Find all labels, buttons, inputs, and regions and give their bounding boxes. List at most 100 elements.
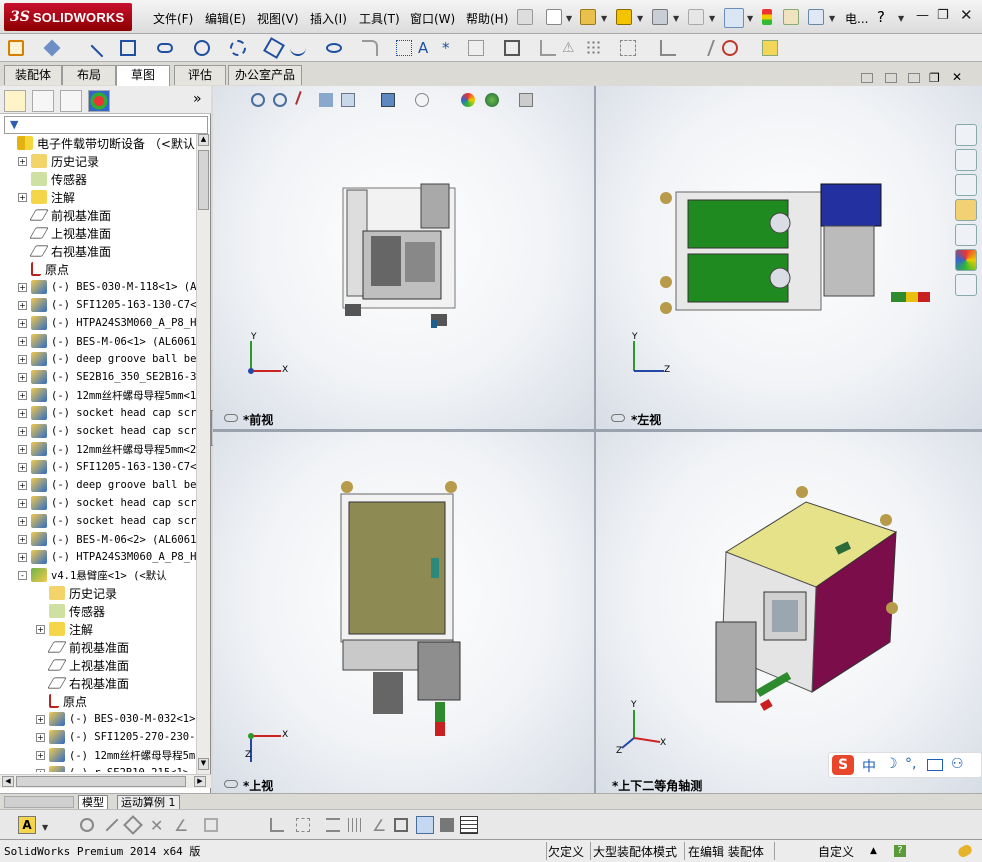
annotation-toolbar-icon[interactable]: A <box>18 816 36 834</box>
feature-tree-tab-icon[interactable] <box>4 90 26 112</box>
chevron-down-icon[interactable]: ▼ <box>673 14 679 23</box>
tree-item[interactable]: + (-) socket head cap screw <box>18 494 196 512</box>
solidworks-resources-icon[interactable] <box>955 124 977 146</box>
scroll-down-icon[interactable]: ▼ <box>198 758 209 770</box>
menu-window[interactable]: 窗口(W) <box>410 10 455 27</box>
tab-model[interactable]: 模型 <box>78 795 108 810</box>
move-entities-icon[interactable] <box>620 40 636 56</box>
select-arrow-icon[interactable] <box>724 8 744 28</box>
expand-icon[interactable]: + <box>18 516 27 526</box>
help-status-icon[interactable]: ? <box>894 845 906 857</box>
display-manager-tab-icon[interactable] <box>88 90 110 112</box>
tree-item[interactable]: + (-) deep groove ball bear <box>18 350 196 368</box>
expand-icon[interactable]: + <box>18 354 27 364</box>
tree-item[interactable]: 传感器 <box>18 170 87 188</box>
expand-icon[interactable]: + <box>36 768 45 772</box>
tree-item[interactable]: - v4.1悬臂座<1> (<默认 <box>18 566 167 584</box>
diamond-tool-icon[interactable] <box>123 815 143 835</box>
solidworks-logo[interactable]: 3S SOLIDWORKS <box>4 3 132 31</box>
scroll-left-icon[interactable]: ◀ <box>2 776 14 787</box>
tree-item[interactable]: + (-) r SE2B10 215<1> (A <box>36 764 196 772</box>
menu-edit[interactable]: 编辑(E) <box>205 10 246 27</box>
dashed-box-icon[interactable] <box>296 818 310 832</box>
circle-tool-icon[interactable] <box>80 818 94 832</box>
arc-icon[interactable] <box>230 40 246 56</box>
expand-icon[interactable]: + <box>18 444 27 454</box>
expand-panel-icon[interactable]: » <box>193 91 202 107</box>
offset-icon[interactable] <box>540 40 556 56</box>
file-properties-icon[interactable] <box>783 9 799 25</box>
scroll-right-icon[interactable]: ▶ <box>194 776 206 787</box>
tool-icon[interactable] <box>204 818 218 832</box>
point-icon[interactable]: * <box>442 40 458 56</box>
tab-nav-arrows[interactable] <box>4 796 74 808</box>
chevron-down-icon[interactable]: ▼ <box>637 14 643 23</box>
tree-item[interactable]: 右视基准面 <box>18 242 111 260</box>
menu-tools[interactable]: 工具(T) <box>359 10 400 27</box>
tree-vertical-scrollbar[interactable]: ▲ ▼ <box>196 134 210 774</box>
home-icon[interactable] <box>955 149 977 171</box>
chevron-down-icon[interactable]: ▼ <box>709 14 715 23</box>
traffic-light-icon[interactable] <box>762 9 772 25</box>
tree-item[interactable]: 原点 <box>36 692 87 710</box>
tree-item[interactable]: 原点 <box>18 260 69 278</box>
design-library-icon[interactable] <box>955 174 977 196</box>
spline-icon[interactable] <box>290 40 306 56</box>
text-sketch-icon[interactable]: A <box>418 40 434 56</box>
tree-item[interactable]: + 历史记录 <box>18 152 99 170</box>
configuration-manager-tab-icon[interactable] <box>60 90 82 112</box>
chevron-down-icon[interactable]: ▼ <box>601 14 607 23</box>
print-icon[interactable] <box>652 9 668 25</box>
cross-tool-icon[interactable]: ✕ <box>150 816 163 835</box>
tab-motion-study[interactable]: 运动算例 1 <box>117 795 180 810</box>
viewport-restore-icon[interactable]: ❐ <box>929 71 940 85</box>
expand-icon[interactable]: + <box>36 714 45 724</box>
tree-item[interactable]: + (-) socket head cap screw <box>18 404 196 422</box>
expand-icon[interactable]: + <box>18 498 27 508</box>
expand-icon[interactable]: + <box>18 372 27 382</box>
units-selector[interactable]: 自定义 <box>818 843 854 860</box>
ime-keyboard-icon[interactable] <box>927 759 943 771</box>
fillet-icon[interactable] <box>362 40 378 56</box>
appearances-icon[interactable] <box>955 249 977 271</box>
linear-pattern-icon[interactable] <box>586 40 602 56</box>
viewport-isometric[interactable]: Y X Z *上下二等角轴测 <box>596 432 982 793</box>
convert-entities-icon[interactable] <box>504 40 520 56</box>
tree-item[interactable]: + 注解 <box>18 188 75 206</box>
tree-item[interactable]: + (-) BES-030-M-118<1> (AL6 <box>18 278 196 296</box>
tree-item[interactable]: 前视基准面 <box>36 638 129 656</box>
undo-icon[interactable] <box>688 9 704 25</box>
menu-help[interactable]: 帮助(H) <box>466 10 508 27</box>
rebuild-warning-icon[interactable] <box>616 9 632 25</box>
expand-icon[interactable]: + <box>18 282 27 292</box>
expand-icon[interactable]: + <box>18 426 27 436</box>
viewport-close-icon[interactable]: ✕ <box>952 70 962 84</box>
angle-tool-icon[interactable]: ∠ <box>174 816 188 835</box>
tree-item[interactable]: + 注解 <box>36 620 93 638</box>
line-tool-icon[interactable] <box>105 818 119 832</box>
grid-icon[interactable] <box>348 818 362 832</box>
rapid-sketch-icon[interactable] <box>762 40 778 56</box>
rebuild-status-icon[interactable] <box>956 843 974 859</box>
tree-item[interactable]: + (-) BES-M-06<2> (AL6061+无 <box>18 530 196 548</box>
tree-item[interactable]: 上视基准面 <box>36 656 129 674</box>
expand-icon[interactable]: + <box>18 534 27 544</box>
dimension-tool-icon[interactable] <box>326 818 340 832</box>
viewport-split-icon[interactable] <box>861 73 873 83</box>
new-document-icon[interactable] <box>546 9 562 25</box>
expand-icon[interactable]: + <box>36 750 45 760</box>
tree-item[interactable]: + (-) 12mm丝杆螺母导程5mm<2 <box>18 440 196 458</box>
angle-dimension-icon[interactable]: ∠ <box>372 816 386 835</box>
corner-tool-icon[interactable] <box>270 818 284 832</box>
expand-icon[interactable]: + <box>18 192 27 202</box>
ime-moon-icon[interactable]: ☽ <box>885 756 898 772</box>
tree-item[interactable]: + (-) BES-M-06<1> (AL6061+无 <box>18 332 196 350</box>
chevron-down-icon[interactable]: ▼ <box>829 14 835 23</box>
tree-item[interactable]: + (-) HTPA24S3M060_A_P8_HTP <box>18 314 196 332</box>
viewport-minimize-icon[interactable] <box>908 73 920 83</box>
tree-horizontal-scrollbar[interactable]: ◀ ▶ <box>0 774 211 788</box>
expand-icon[interactable]: + <box>18 552 27 562</box>
tab-office-products[interactable]: 办公室产品 <box>228 65 302 85</box>
custom-properties-icon[interactable] <box>955 274 977 296</box>
ime-language-toggle[interactable]: 中 <box>862 756 876 776</box>
